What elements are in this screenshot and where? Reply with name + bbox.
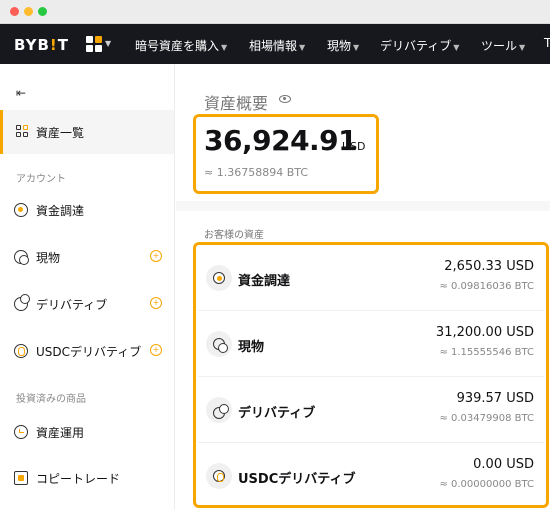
expand-plus-icon[interactable]: +: [150, 250, 162, 262]
chevron-down-icon: ▼: [221, 43, 228, 52]
sidebar-item-funding[interactable]: 資金調達: [0, 188, 174, 232]
sidebar-section-invested: 投資済みの商品: [16, 394, 86, 405]
usdc-icon: [206, 463, 232, 489]
section-divider: [176, 201, 550, 211]
asset-row-funding[interactable]: 資金調達 2,650.33 USD ≈ 0.09816036 BTC: [198, 245, 544, 311]
bybit-logo[interactable]: BYB!T: [14, 36, 69, 54]
sidebar: ⇤ 資産一覧 アカウント 資金調達 現物 + デリバティブ + USDCデリバテ…: [0, 64, 175, 510]
nav-markets[interactable]: 相場情報 ▼: [249, 37, 305, 54]
chevron-down-icon: ▼: [453, 43, 460, 52]
spot-icon: [206, 331, 232, 357]
asset-row-derivatives[interactable]: デリバティブ 939.57 USD ≈ 0.03479908 BTC: [198, 377, 544, 443]
sidebar-item-derivatives[interactable]: デリバティブ +: [0, 282, 174, 326]
apps-menu-icon[interactable]: ▼: [86, 36, 114, 52]
top-navbar: BYB!T ▼ 暗号資産を購入 ▼ 相場情報 ▼ 現物 ▼ デリバティブ ▼ ツール ▼ …: [0, 24, 550, 64]
chevron-down-icon: ▼: [519, 43, 526, 52]
copy-trade-icon: [14, 471, 28, 485]
asset-row-usdc-derivatives[interactable]: USDCデリバティブ 0.00 USD ≈ 0.00000000 BTC: [198, 443, 544, 509]
earn-icon: [14, 425, 28, 439]
grid-icon: [16, 125, 30, 139]
chevron-down-icon: ▼: [299, 43, 306, 52]
total-balance-value: 36,924.91: [204, 124, 358, 157]
coin-icon: [206, 265, 232, 291]
page-title: 資産概要: [204, 94, 269, 113]
total-balance-currency: USD: [342, 140, 366, 153]
sidebar-item-spot[interactable]: 現物 +: [0, 235, 174, 279]
sidebar-item-copy-trade[interactable]: コピートレード: [0, 456, 174, 500]
coin-icon: [14, 203, 28, 217]
derivatives-icon: [206, 397, 232, 423]
derivatives-icon: [14, 294, 30, 311]
expand-plus-icon[interactable]: +: [150, 344, 162, 356]
eye-icon[interactable]: [279, 95, 291, 103]
window-titlebar: [0, 0, 550, 24]
nav-overflow-item[interactable]: T: [544, 36, 550, 50]
assets-section-label: お客様の資産: [204, 230, 264, 241]
sidebar-item-earn[interactable]: 資産運用: [0, 410, 174, 454]
spot-icon: [14, 250, 29, 265]
sidebar-item-usdc-derivatives[interactable]: USDCデリバティブ +: [0, 329, 174, 373]
nav-spot[interactable]: 現物 ▼: [327, 37, 359, 54]
total-balance-btc: ≈ 1.36758894 BTC: [204, 166, 308, 179]
sidebar-item-assets-overview[interactable]: 資産一覧: [0, 110, 174, 154]
expand-plus-icon[interactable]: +: [150, 297, 162, 309]
asset-row-spot[interactable]: 現物 31,200.00 USD ≈ 1.15555546 BTC: [198, 311, 544, 377]
close-window-button[interactable]: [10, 7, 19, 16]
minimize-window-button[interactable]: [24, 7, 33, 16]
usdc-icon: [14, 344, 28, 358]
nav-derivatives[interactable]: デリバティブ ▼: [380, 37, 459, 54]
nav-buy-crypto[interactable]: 暗号資産を購入 ▼: [135, 37, 227, 54]
sidebar-section-account: アカウント: [16, 174, 66, 185]
chevron-down-icon: ▼: [353, 43, 360, 52]
nav-tools[interactable]: ツール ▼: [481, 37, 525, 54]
main-content: 資産概要 36,924.91 USD ≈ 1.36758894 BTC お客様の…: [176, 64, 550, 510]
zoom-window-button[interactable]: [38, 7, 47, 16]
collapse-sidebar-icon[interactable]: ⇤: [16, 86, 26, 100]
